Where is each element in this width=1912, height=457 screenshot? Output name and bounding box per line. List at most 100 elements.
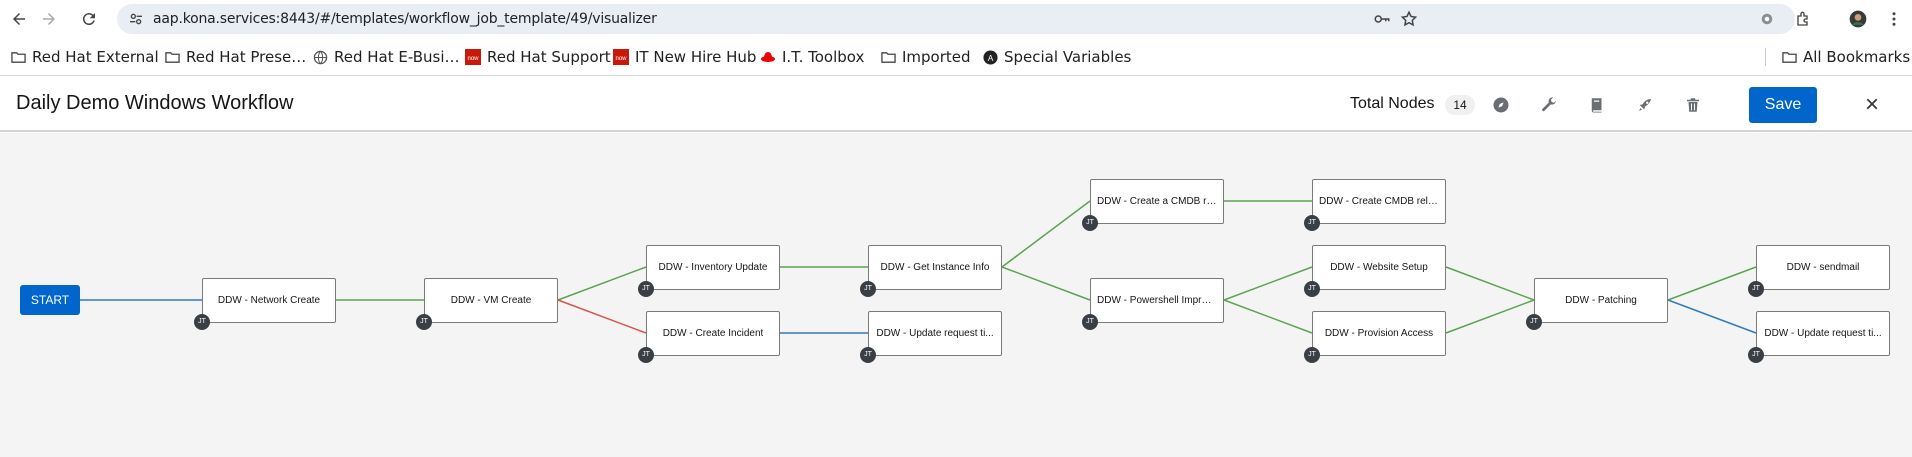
bookmark-red-hat-support[interactable]: now Red Hat Support <box>465 47 611 67</box>
forward-icon[interactable] <box>35 5 63 33</box>
node-get-instance-info[interactable]: DDW - Get Instance Info <box>868 245 1002 290</box>
jt-badge: JT <box>860 347 876 363</box>
node-label: DDW - Website Setup <box>1330 262 1428 273</box>
jt-badge: JT <box>638 347 654 363</box>
bookmark-label: Red Hat External <box>32 48 159 66</box>
node-label: DDW - Provision Access <box>1324 328 1434 339</box>
globe-icon <box>312 49 328 65</box>
book-icon[interactable] <box>1585 93 1609 117</box>
folder-icon <box>1781 49 1797 65</box>
link-getinfo-powershell[interactable] <box>1001 266 1091 301</box>
extension-gear-icon[interactable] <box>1757 9 1777 29</box>
jt-badge: JT <box>1748 281 1764 297</box>
star-icon[interactable] <box>1400 10 1418 28</box>
start-node[interactable]: START <box>20 285 80 315</box>
link-website-patching[interactable] <box>1445 266 1535 301</box>
all-bookmarks-label: All Bookmarks <box>1803 48 1911 66</box>
node-update-request-1[interactable]: DDW - Update request ti... <box>868 311 1002 356</box>
node-patching[interactable]: DDW - Patching <box>1534 278 1668 323</box>
link-powershell-website[interactable] <box>1223 266 1313 301</box>
node-vm-create[interactable]: DDW - VM Create <box>424 278 558 323</box>
now-icon: now <box>613 49 629 65</box>
jt-badge: JT <box>1082 314 1098 330</box>
node-label: DDW - sendmail <box>1786 262 1860 273</box>
bookmark-red-hat-e-busi[interactable]: Red Hat E-Busi… <box>312 47 460 67</box>
bookmark-label: Special Variables <box>1004 48 1132 66</box>
jt-badge: JT <box>638 281 654 297</box>
node-label: DDW - Update request ti... <box>876 328 994 339</box>
bookmark-label: Imported <box>902 48 971 66</box>
node-powershell-improv[interactable]: DDW - Powershell Improv... <box>1090 278 1224 323</box>
workflow-canvas[interactable]: START DDW - Network Create JT DDW - VM C… <box>0 133 1912 457</box>
node-label: DDW - Create Incident <box>662 328 764 339</box>
bookmarks-divider <box>1765 48 1766 66</box>
jt-badge: JT <box>194 314 210 330</box>
browser-toolbar: aap.kona.services:8443/#/templates/workf… <box>0 0 1912 38</box>
key-icon[interactable] <box>1373 10 1391 28</box>
link-patching-sendmail[interactable] <box>1667 266 1757 301</box>
svg-text:now: now <box>467 56 479 62</box>
node-inventory-update[interactable]: DDW - Inventory Update <box>646 245 780 290</box>
link-patching-update[interactable] <box>1667 299 1757 334</box>
link-vm-incident[interactable] <box>557 299 647 334</box>
trash-icon[interactable] <box>1681 93 1705 117</box>
node-update-request-2[interactable]: DDW - Update request ti... <box>1756 311 1890 356</box>
jt-badge: JT <box>1304 281 1320 297</box>
close-icon[interactable]: × <box>1860 91 1884 118</box>
bookmark-red-hat-prese[interactable]: Red Hat Prese… <box>164 47 306 67</box>
extensions-puzzle-icon[interactable] <box>1794 9 1814 29</box>
back-icon[interactable] <box>5 5 33 33</box>
redhat-icon <box>760 49 776 65</box>
bookmark-imported[interactable]: Imported <box>880 47 971 67</box>
link-powershell-provision[interactable] <box>1223 299 1313 334</box>
link-getinfo-cmdb[interactable] <box>1001 200 1091 268</box>
svg-text:A: A <box>987 52 993 62</box>
node-label: DDW - Powershell Improv... <box>1097 295 1217 306</box>
reload-icon[interactable] <box>75 5 103 33</box>
now-icon: now <box>465 49 481 65</box>
folder-icon <box>10 49 26 65</box>
compass-icon[interactable] <box>1489 93 1513 117</box>
folder-icon <box>164 49 180 65</box>
bookmark-label: Red Hat E-Busi… <box>334 48 460 66</box>
node-create-cmdb-rec[interactable]: DDW - Create a CMDB re... <box>1090 179 1224 224</box>
node-label: DDW - Create CMDB rela... <box>1319 196 1439 207</box>
jt-badge: JT <box>1304 215 1320 231</box>
profile-avatar[interactable] <box>1848 9 1868 29</box>
folder-icon <box>880 49 896 65</box>
jt-badge: JT <box>1748 347 1764 363</box>
url-text: aap.kona.services:8443/#/templates/workf… <box>153 11 657 27</box>
node-network-create[interactable]: DDW - Network Create <box>202 278 336 323</box>
jt-badge: JT <box>860 281 876 297</box>
bookmark-label: IT New Hire Hub <box>635 48 757 66</box>
rocket-icon[interactable] <box>1633 93 1657 117</box>
link-vm-inventory[interactable] <box>557 266 647 301</box>
bookmark-label: I.T. Toolbox <box>782 48 865 66</box>
node-create-incident[interactable]: DDW - Create Incident <box>646 311 780 356</box>
node-sendmail[interactable]: DDW - sendmail <box>1756 245 1890 290</box>
node-label: DDW - Inventory Update <box>658 262 768 273</box>
node-create-cmdb-rela[interactable]: DDW - Create CMDB rela... <box>1312 179 1446 224</box>
bookmark-special-variables[interactable]: A Special Variables <box>982 47 1131 67</box>
node-label: DDW - Create a CMDB re... <box>1097 196 1217 207</box>
bookmark-label: Red Hat Support <box>487 48 611 66</box>
jt-badge: JT <box>1526 314 1542 330</box>
link-provision-patching[interactable] <box>1445 299 1535 334</box>
bookmark-it-toolbox[interactable]: I.T. Toolbox <box>760 47 864 67</box>
jt-badge: JT <box>416 314 432 330</box>
address-bar[interactable]: aap.kona.services:8443/#/templates/workf… <box>117 4 1795 34</box>
bookmark-it-new-hire-hub[interactable]: now IT New Hire Hub <box>613 47 756 67</box>
node-provision-access[interactable]: DDW - Provision Access <box>1312 311 1446 356</box>
all-bookmarks[interactable]: All Bookmarks <box>1781 47 1910 67</box>
page-title: Daily Demo Windows Workflow <box>16 92 294 114</box>
total-nodes-badge: 14 <box>1445 95 1475 115</box>
node-label: DDW - Patching <box>1565 295 1637 306</box>
jt-badge: JT <box>1304 347 1320 363</box>
menu-kebab-icon[interactable] <box>1884 9 1904 29</box>
bookmark-label: Red Hat Prese… <box>186 48 307 66</box>
wrench-icon[interactable] <box>1537 93 1561 117</box>
bookmark-red-hat-external[interactable]: Red Hat External <box>10 47 159 67</box>
site-settings-icon[interactable] <box>127 10 145 28</box>
save-button[interactable]: Save <box>1749 87 1817 123</box>
node-website-setup[interactable]: DDW - Website Setup <box>1312 245 1446 290</box>
